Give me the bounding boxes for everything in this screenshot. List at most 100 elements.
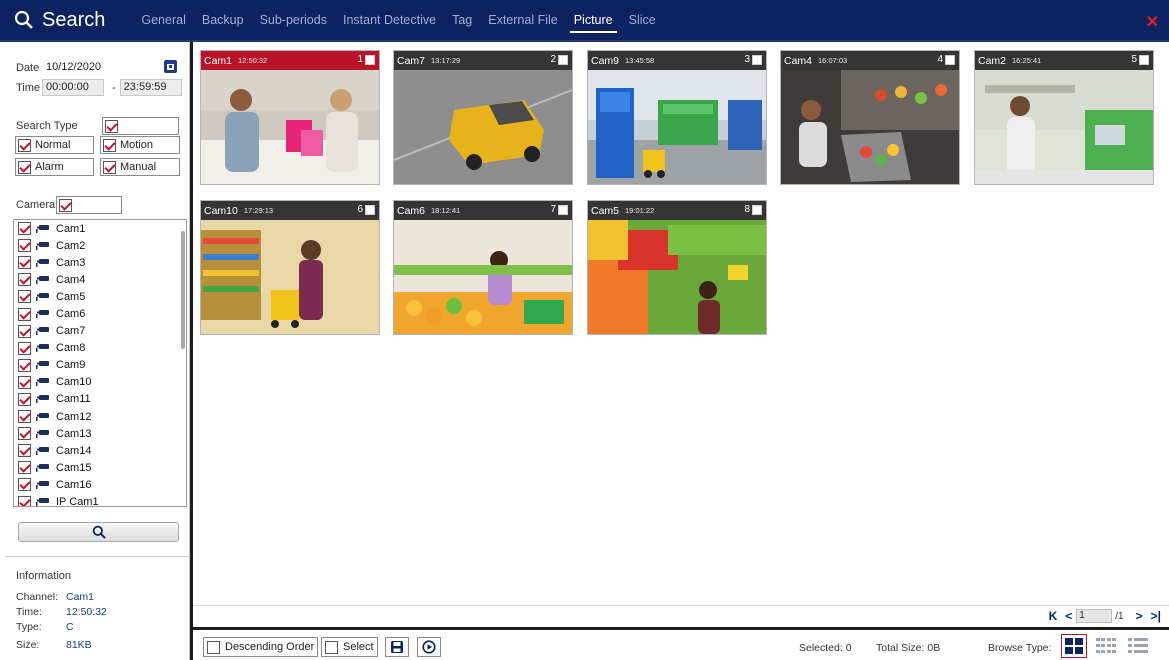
camera-list-scrollbar[interactable] bbox=[181, 223, 185, 503]
browse-detail-list-button[interactable] bbox=[1093, 634, 1119, 658]
camera-list-item[interactable]: Cam5 bbox=[14, 288, 186, 305]
thumbnail-checkbox[interactable] bbox=[752, 55, 762, 65]
checkbox-icon bbox=[18, 324, 31, 338]
camera-list-item[interactable]: Cam16 bbox=[14, 476, 186, 493]
info-time-value: 12:50:32 bbox=[66, 606, 107, 618]
tab-picture[interactable]: Picture bbox=[569, 0, 617, 40]
picture-thumbnail[interactable]: Cam10 17:29:13 6 bbox=[200, 200, 380, 335]
browse-list-button[interactable] bbox=[1125, 634, 1151, 658]
tab-tag[interactable]: Tag bbox=[452, 0, 472, 40]
thumbnail-time: 19:01:22 bbox=[625, 206, 655, 215]
camera-icon bbox=[36, 310, 49, 319]
thumbnail-header: Cam10 17:29:13 6 bbox=[201, 201, 379, 220]
camera-list[interactable]: Cam1 Cam2 Cam3 Cam4 Cam5 Cam6 Cam7 Cam8 Cam9 Cam1… bbox=[13, 219, 187, 507]
browse-type-label: Browse Type: bbox=[988, 642, 1052, 654]
thumbnail-image-area bbox=[588, 70, 766, 184]
camera-list-item[interactable]: Cam11 bbox=[14, 391, 186, 408]
time-start-value: 00:00:00 bbox=[46, 81, 89, 93]
tab-sub-periods[interactable]: Sub-periods bbox=[260, 0, 327, 40]
prev-page-button[interactable]: < bbox=[1065, 609, 1072, 623]
camera-all-checkbox[interactable] bbox=[56, 196, 122, 214]
thumbnail-image bbox=[975, 70, 1153, 184]
picture-thumbnail[interactable]: Cam7 13:17:29 2 bbox=[393, 50, 573, 185]
type-manual-label: Manual bbox=[120, 161, 157, 173]
thumbnail-checkbox[interactable] bbox=[752, 205, 762, 215]
tab-instant-detective[interactable]: Instant Detective bbox=[343, 0, 436, 40]
thumbnail-checkbox[interactable] bbox=[365, 55, 375, 65]
tab-slice[interactable]: Slice bbox=[629, 0, 656, 40]
thumbnail-number: 1 bbox=[357, 54, 363, 65]
first-page-button[interactable]: K bbox=[1049, 609, 1058, 623]
play-button[interactable] bbox=[417, 637, 441, 657]
checkbox-icon bbox=[18, 138, 31, 152]
type-motion-checkbox[interactable]: Motion bbox=[100, 136, 180, 154]
tab-external-file[interactable]: External File bbox=[488, 0, 557, 40]
camera-icon bbox=[36, 463, 49, 472]
camera-icon bbox=[36, 429, 49, 438]
picture-thumbnail[interactable]: Cam9 13:45:58 3 bbox=[587, 50, 767, 185]
thumbnail-time: 18:12:41 bbox=[431, 206, 461, 215]
thumbnail-time: 13:17:29 bbox=[431, 56, 461, 65]
picture-thumbnail[interactable]: Cam2 16:25:41 5 bbox=[974, 50, 1154, 185]
camera-list-item[interactable]: Cam3 bbox=[14, 254, 186, 271]
camera-list-item[interactable]: Cam12 bbox=[14, 408, 186, 425]
thumbnail-time: 16:07:03 bbox=[818, 56, 848, 65]
camera-list-item[interactable]: IP Cam1 bbox=[14, 494, 186, 506]
time-end-value: 23:59:59 bbox=[123, 81, 167, 93]
thumbnail-image bbox=[394, 70, 572, 184]
grid-view-icon bbox=[1065, 638, 1083, 654]
last-page-button[interactable]: >| bbox=[1151, 609, 1161, 623]
picture-thumbnail[interactable]: Cam6 18:12:41 7 bbox=[393, 200, 573, 335]
camera-list-item[interactable]: Cam6 bbox=[14, 305, 186, 322]
camera-list-item[interactable]: Cam13 bbox=[14, 425, 186, 442]
thumbnail-checkbox[interactable] bbox=[558, 205, 568, 215]
camera-list-item[interactable]: Cam10 bbox=[14, 374, 186, 391]
camera-list-item[interactable]: Cam8 bbox=[14, 340, 186, 357]
type-alarm-checkbox[interactable]: Alarm bbox=[15, 158, 94, 176]
scrollbar-thumb[interactable] bbox=[181, 231, 185, 349]
close-icon[interactable]: ✕ bbox=[1146, 12, 1159, 32]
thumbnail-checkbox[interactable] bbox=[365, 205, 375, 215]
tab-backup[interactable]: Backup bbox=[202, 0, 244, 40]
info-size-value: 81KB bbox=[66, 639, 92, 651]
camera-list-item[interactable]: Cam15 bbox=[14, 459, 186, 476]
descending-order-checkbox[interactable]: Descending Order bbox=[203, 637, 319, 657]
thumbnail-checkbox[interactable] bbox=[558, 55, 568, 65]
page-input[interactable]: 1 bbox=[1076, 609, 1113, 623]
picture-grid: Cam1 12:50:32 1 Cam7 13:17:29 2 Cam9 13:45:58 3 C… bbox=[193, 42, 1169, 605]
camera-list-item[interactable]: Cam4 bbox=[14, 271, 186, 288]
type-normal-checkbox[interactable]: Normal bbox=[15, 136, 94, 154]
time-end-field[interactable]: 23:59:59 bbox=[119, 79, 182, 96]
thumbnail-checkbox[interactable] bbox=[945, 55, 955, 65]
time-start-field[interactable]: 00:00:00 bbox=[42, 79, 104, 96]
camera-icon bbox=[36, 395, 49, 404]
thumbnail-checkbox[interactable] bbox=[1139, 55, 1149, 65]
thumbnail-image-area bbox=[201, 70, 379, 184]
tab-bar: General Backup Sub-periods Instant Detec… bbox=[141, 0, 671, 40]
info-type-row: Type: C bbox=[16, 621, 74, 633]
calendar-icon[interactable] bbox=[164, 60, 177, 73]
save-button[interactable] bbox=[385, 637, 409, 657]
camera-list-item[interactable]: Cam14 bbox=[14, 442, 186, 459]
camera-list-item[interactable]: Cam7 bbox=[14, 323, 186, 340]
camera-list-item[interactable]: Cam2 bbox=[14, 237, 186, 254]
page-total: /1 bbox=[1115, 610, 1124, 622]
thumbnail-number: 3 bbox=[744, 54, 750, 65]
picture-thumbnail[interactable]: Cam1 12:50:32 1 bbox=[200, 50, 380, 185]
date-field[interactable]: 10/12/2020 bbox=[42, 59, 182, 76]
search-button[interactable] bbox=[18, 522, 179, 542]
search-type-all-checkbox[interactable] bbox=[102, 117, 179, 135]
next-page-button[interactable]: > bbox=[1136, 609, 1143, 623]
camera-list-item[interactable]: Cam9 bbox=[14, 357, 186, 374]
detail-list-icon bbox=[1096, 638, 1116, 653]
thumbnail-image-area bbox=[975, 70, 1153, 184]
tab-general[interactable]: General bbox=[141, 0, 185, 40]
picture-thumbnail[interactable]: Cam5 19:01:22 8 bbox=[587, 200, 767, 335]
camera-list-item[interactable]: Cam1 bbox=[14, 220, 186, 237]
thumbnail-camera: Cam7 bbox=[397, 54, 426, 67]
picture-thumbnail[interactable]: Cam4 16:07:03 4 bbox=[780, 50, 960, 185]
thumbnail-number: 5 bbox=[1131, 54, 1137, 65]
browse-grid-button[interactable] bbox=[1061, 634, 1087, 658]
type-manual-checkbox[interactable]: Manual bbox=[100, 158, 180, 176]
select-checkbox[interactable]: Select bbox=[321, 637, 378, 657]
